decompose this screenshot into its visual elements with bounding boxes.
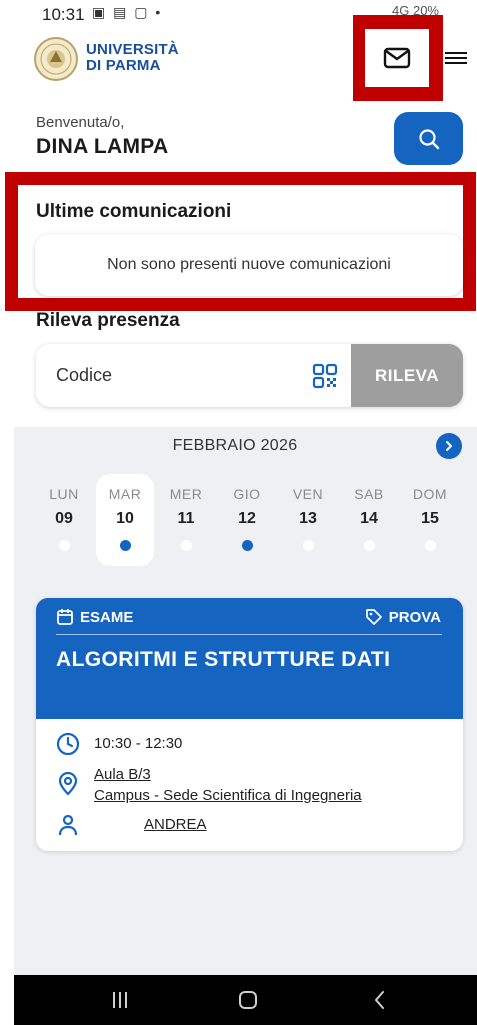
university-name-line2: DI PARMA [86,57,161,74]
communications-title: Ultime comunicazioni [36,201,232,222]
event-divider [56,634,442,635]
communications-empty-message: Non sono presenti nuove comunicazioni [107,256,391,273]
event-card[interactable]: ESAME PROVA ALGORITMI E STRUTTURE DATI 1… [36,598,463,851]
location-pin-icon [58,772,78,796]
code-input[interactable] [36,344,346,407]
event-time: 10:30 - 12:30 [94,735,183,752]
tag-icon [365,609,382,625]
communications-section: Ultime comunicazioni Non sono presenti n… [18,185,463,298]
calendar-day-sat[interactable]: SAB 14 [344,486,394,551]
calendar-day-wed[interactable]: MER 11 [161,486,211,551]
calendar-icon [57,609,73,625]
event-time-row: 10:30 - 12:30 [56,732,182,756]
home-icon[interactable] [236,989,260,1011]
day-name: LUN [49,486,79,502]
day-event-dot [180,540,192,551]
day-name: SAB [354,486,384,502]
event-type: ESAME [56,608,133,626]
event-header: ESAME PROVA ALGORITMI E STRUTTURE DATI [36,598,463,719]
status-time: 10:31 [42,5,85,24]
day-number: 09 [55,510,73,527]
event-teacher-row: ANDREA [56,813,207,837]
event-campus-link[interactable]: Campus - Sede Scientifica di Ingegneria [94,785,362,806]
chevron-right-icon [446,441,452,451]
event-tag-label: PROVA [388,608,441,626]
day-name: GIO [233,486,261,502]
calendar-day-thu[interactable]: GIO 12 [222,486,272,551]
day-number: 10 [116,510,134,527]
system-navigation-bar [14,975,477,1025]
search-button[interactable] [394,112,463,165]
university-name-line1: UNIVERSITÀ [86,41,179,58]
communications-empty-card: Non sono presenti nuove comunicazioni [35,234,463,296]
menu-icon[interactable] [444,46,468,70]
day-event-dot [363,540,375,551]
event-tag: PROVA [365,608,441,626]
day-name: MAR [108,486,142,502]
qr-code-icon[interactable] [312,363,338,389]
calendar-day-sun[interactable]: DOM 15 [405,486,455,551]
day-number: 11 [177,510,195,527]
event-location: Aula B/3 Campus - Sede Scientifica di In… [94,764,362,806]
calendar-day-fri[interactable]: VEN 13 [283,486,333,551]
day-number: 12 [238,510,256,527]
day-name: DOM [412,486,448,502]
search-icon [418,128,439,149]
day-event-dot [424,540,436,551]
clock-icon [56,732,80,756]
mail-button[interactable] [365,29,429,87]
event-teacher: ANDREA [144,816,207,833]
communications-highlight-box: Ultime comunicazioni Non sono presenti n… [5,172,476,311]
day-event-dot [58,540,70,551]
day-event-dot [119,540,131,551]
presence-form: RILEVA [36,344,463,407]
presence-title: Rileva presenza [36,310,180,331]
event-teacher-link[interactable]: ANDREA [94,813,207,837]
recent-apps-icon[interactable] [108,989,132,1011]
calendar-day-tue[interactable]: MAR 10 [100,486,150,551]
event-location-row: Aula B/3 Campus - Sede Scientifica di In… [56,764,362,806]
rileva-button[interactable]: RILEVA [351,344,463,407]
university-name[interactable]: UNIVERSITÀ DI PARMA [86,42,179,74]
university-logo-icon [34,37,78,81]
next-month-button[interactable] [436,433,462,459]
mail-highlight-box [353,15,443,101]
calendar-month: FEBBRAIO 2026 [172,437,298,454]
calendar-day-mon[interactable]: LUN 09 [39,486,89,551]
event-type-label: ESAME [80,608,134,626]
day-name: MER [169,486,203,502]
day-event-dot [302,540,314,551]
day-number: 14 [360,510,378,527]
notification-icons: ▣ ▤ ▢ • [92,4,163,20]
mail-icon [383,47,411,69]
welcome-label: Benvenuta/o, [36,114,125,131]
day-number: 13 [299,510,317,527]
app-screen: 10:31 ▣ ▤ ▢ • 4G 20% UNIVERSITÀ DI PARMA… [0,0,477,1025]
event-title: ALGORITMI E STRUTTURE DATI [56,648,391,671]
day-number: 15 [421,510,439,527]
event-room-link[interactable]: Aula B/3 [94,764,362,785]
person-icon [58,814,78,836]
user-name: DINA LAMPA [36,135,169,158]
day-name: VEN [292,486,324,502]
day-event-dot [241,540,253,551]
back-icon[interactable] [368,989,392,1011]
